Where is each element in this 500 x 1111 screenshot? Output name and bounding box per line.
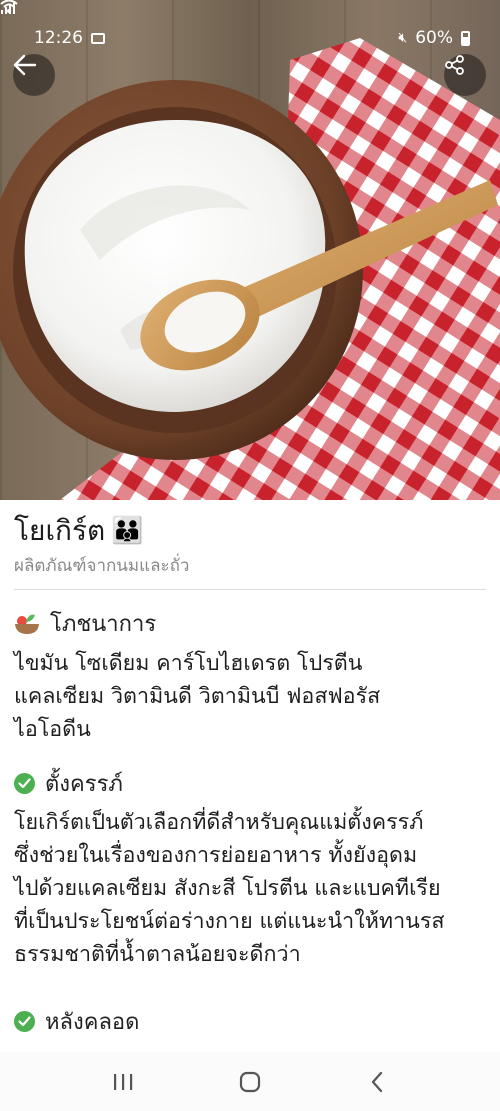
food-category: ผลิตภัณฑ์จากนมและถั่ว xyxy=(14,556,190,576)
nutrition-text: ไขมัน โซเดียม คาร์โบไฮเดรต โปรตีน แคลเซี… xyxy=(14,647,490,746)
back-button[interactable] xyxy=(13,54,55,96)
pregnant-header: ตั้งครรภ์ xyxy=(14,766,123,801)
back-arrow-icon xyxy=(13,54,37,76)
food-title: โยเกิร์ต xyxy=(14,514,106,547)
nutrition-header: โภชนาการ xyxy=(14,606,156,641)
share-button[interactable] xyxy=(444,54,486,96)
hero-image: 12:26 🔇︎ 60% xyxy=(0,0,500,500)
text-line: โยเกิร์ตเป็นตัวเลือกที่ดีสำหรับคุณแม่ตั้… xyxy=(14,810,424,835)
clock: 12:26 xyxy=(34,28,83,48)
gallery-notification-icon xyxy=(91,32,105,44)
text-line: ไขมัน โซเดียม คาร์โบไฮเดรต โปรตีน xyxy=(14,651,363,676)
text-line: ไอโอดีน xyxy=(14,717,91,742)
divider xyxy=(14,589,486,590)
system-navigation-bar xyxy=(0,1052,500,1111)
signal-icon xyxy=(1,1,15,14)
pregnant-text: โยเกิร์ตเป็นตัวเลือกที่ดีสำหรับคุณแม่ตั้… xyxy=(14,806,490,971)
recent-apps-button[interactable] xyxy=(93,1062,153,1102)
text-line: แคลเซียม วิตามินดี วิตามินบี ฟอสฟอรัส xyxy=(14,684,381,709)
home-icon xyxy=(239,1071,261,1092)
pregnant-title: ตั้งครรภ์ xyxy=(45,772,123,797)
food-title-row: โยเกิร์ต 👪 xyxy=(14,514,144,548)
home-button[interactable] xyxy=(220,1062,280,1102)
back-icon xyxy=(371,1071,382,1092)
family-emoji-icon: 👪 xyxy=(111,516,144,546)
text-line: ไปด้วยแคลเซียม สังกะสี โปรตีน และแบคทีเร… xyxy=(14,876,441,901)
yogurt-bowl-illustration xyxy=(0,38,500,500)
check-circle-icon xyxy=(14,773,35,794)
text-line: ซึ่งช่วยในเรื่องของการย่อยอาหาร ทั้งยังอ… xyxy=(14,843,418,868)
status-bar: 12:26 🔇︎ 60% xyxy=(0,0,500,58)
text-line: ธรรมชาติที่น้ำตาลน้อยจะดีกว่า xyxy=(14,942,301,967)
share-icon xyxy=(445,55,464,75)
mute-icon: 🔇︎ xyxy=(398,30,408,46)
battery-icon xyxy=(461,30,470,46)
nutrition-title: โภชนาการ xyxy=(50,612,157,637)
nav-back-button[interactable] xyxy=(347,1062,407,1102)
recent-apps-icon xyxy=(114,1073,133,1090)
salad-bowl-icon xyxy=(15,614,39,634)
check-circle-icon xyxy=(14,1011,35,1032)
battery-percent: 60% xyxy=(415,28,453,48)
text-line: ที่เป็นประโยชน์ต่อร่างกาย แต่แนะนำให้ทาน… xyxy=(14,909,445,934)
